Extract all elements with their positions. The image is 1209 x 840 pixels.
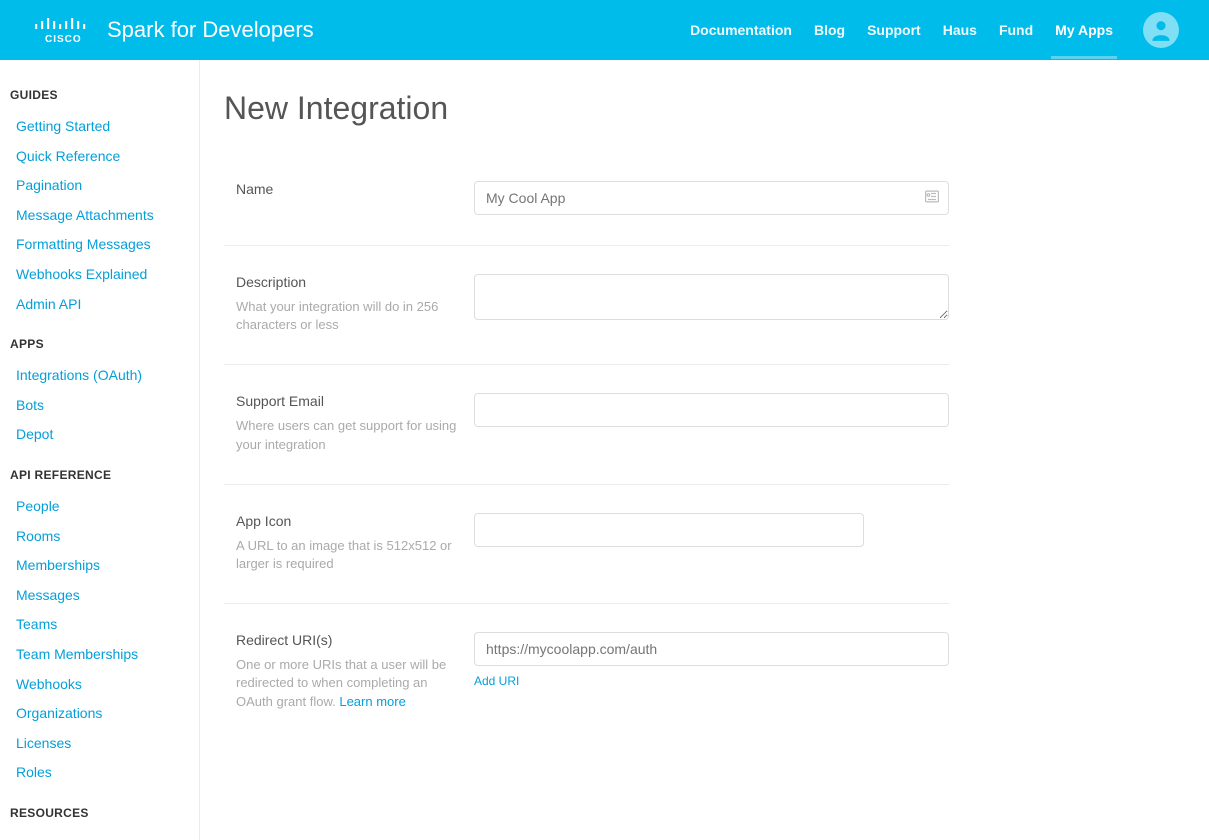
name-input[interactable] <box>474 181 949 215</box>
nav-haus[interactable]: Haus <box>943 22 977 38</box>
cisco-logo-icon: CISCO <box>35 15 93 45</box>
sidebar: GUIDES Getting Started Quick Reference P… <box>0 60 200 840</box>
sidebar-item-depot[interactable]: Depot <box>10 420 189 450</box>
sidebar-item-team-memberships[interactable]: Team Memberships <box>10 640 189 670</box>
sidebar-item-organizations[interactable]: Organizations <box>10 699 189 729</box>
sidebar-item-pagination[interactable]: Pagination <box>10 171 189 201</box>
user-icon <box>1148 17 1174 43</box>
name-label: Name <box>236 181 458 197</box>
description-input[interactable] <box>474 274 949 320</box>
site-title: Spark for Developers <box>107 17 314 43</box>
sidebar-item-quick-reference[interactable]: Quick Reference <box>10 142 189 172</box>
sidebar-item-licenses[interactable]: Licenses <box>10 729 189 759</box>
header: CISCO Spark for Developers Documentation… <box>0 0 1209 60</box>
field-row-name: Name <box>224 167 949 246</box>
nav-support[interactable]: Support <box>867 22 921 38</box>
sidebar-item-formatting-messages[interactable]: Formatting Messages <box>10 230 189 260</box>
nav-blog[interactable]: Blog <box>814 22 845 38</box>
logo[interactable]: CISCO Spark for Developers <box>35 15 314 45</box>
contact-card-icon <box>925 191 939 206</box>
app-icon-input[interactable] <box>474 513 864 547</box>
top-nav: Documentation Blog Support Haus Fund My … <box>690 12 1179 48</box>
sidebar-item-message-attachments[interactable]: Message Attachments <box>10 201 189 231</box>
sidebar-item-rooms[interactable]: Rooms <box>10 522 189 552</box>
sidebar-item-webhooks[interactable]: Webhooks <box>10 670 189 700</box>
sidebar-item-webhooks-explained[interactable]: Webhooks Explained <box>10 260 189 290</box>
sidebar-heading-resources: RESOURCES <box>10 806 189 820</box>
redirect-uri-input[interactable] <box>474 632 949 666</box>
sidebar-heading-apps: APPS <box>10 337 189 351</box>
support-email-input[interactable] <box>474 393 949 427</box>
redirect-uris-label: Redirect URI(s) <box>236 632 458 648</box>
nav-my-apps[interactable]: My Apps <box>1055 22 1113 38</box>
sidebar-item-admin-api[interactable]: Admin API <box>10 290 189 320</box>
sidebar-item-roles[interactable]: Roles <box>10 758 189 788</box>
sidebar-item-bots[interactable]: Bots <box>10 391 189 421</box>
avatar[interactable] <box>1143 12 1179 48</box>
app-icon-label: App Icon <box>236 513 458 529</box>
main: New Integration Name <box>200 60 1209 840</box>
field-row-support-email: Support Email Where users can get suppor… <box>224 379 949 484</box>
sidebar-heading-guides: GUIDES <box>10 88 189 102</box>
sidebar-item-messages[interactable]: Messages <box>10 581 189 611</box>
nav-fund[interactable]: Fund <box>999 22 1033 38</box>
page-title: New Integration <box>224 90 949 127</box>
field-row-redirect-uris: Redirect URI(s) One or more URIs that a … <box>224 618 949 741</box>
add-uri-link[interactable]: Add URI <box>474 674 949 688</box>
field-row-app-icon: App Icon A URL to an image that is 512x5… <box>224 499 949 604</box>
sidebar-item-teams[interactable]: Teams <box>10 610 189 640</box>
sidebar-item-memberships[interactable]: Memberships <box>10 551 189 581</box>
support-email-hint: Where users can get support for using yo… <box>236 417 458 453</box>
redirect-uris-hint: One or more URIs that a user will be red… <box>236 656 458 711</box>
sidebar-item-getting-started[interactable]: Getting Started <box>10 112 189 142</box>
sidebar-heading-api-reference: API REFERENCE <box>10 468 189 482</box>
description-hint: What your integration will do in 256 cha… <box>236 298 458 334</box>
nav-documentation[interactable]: Documentation <box>690 22 792 38</box>
description-label: Description <box>236 274 458 290</box>
sidebar-item-people[interactable]: People <box>10 492 189 522</box>
field-row-description: Description What your integration will d… <box>224 260 949 365</box>
app-icon-hint: A URL to an image that is 512x512 or lar… <box>236 537 458 573</box>
support-email-label: Support Email <box>236 393 458 409</box>
sidebar-item-integrations[interactable]: Integrations (OAuth) <box>10 361 189 391</box>
learn-more-link[interactable]: Learn more <box>339 694 405 709</box>
svg-text:CISCO: CISCO <box>45 34 82 45</box>
